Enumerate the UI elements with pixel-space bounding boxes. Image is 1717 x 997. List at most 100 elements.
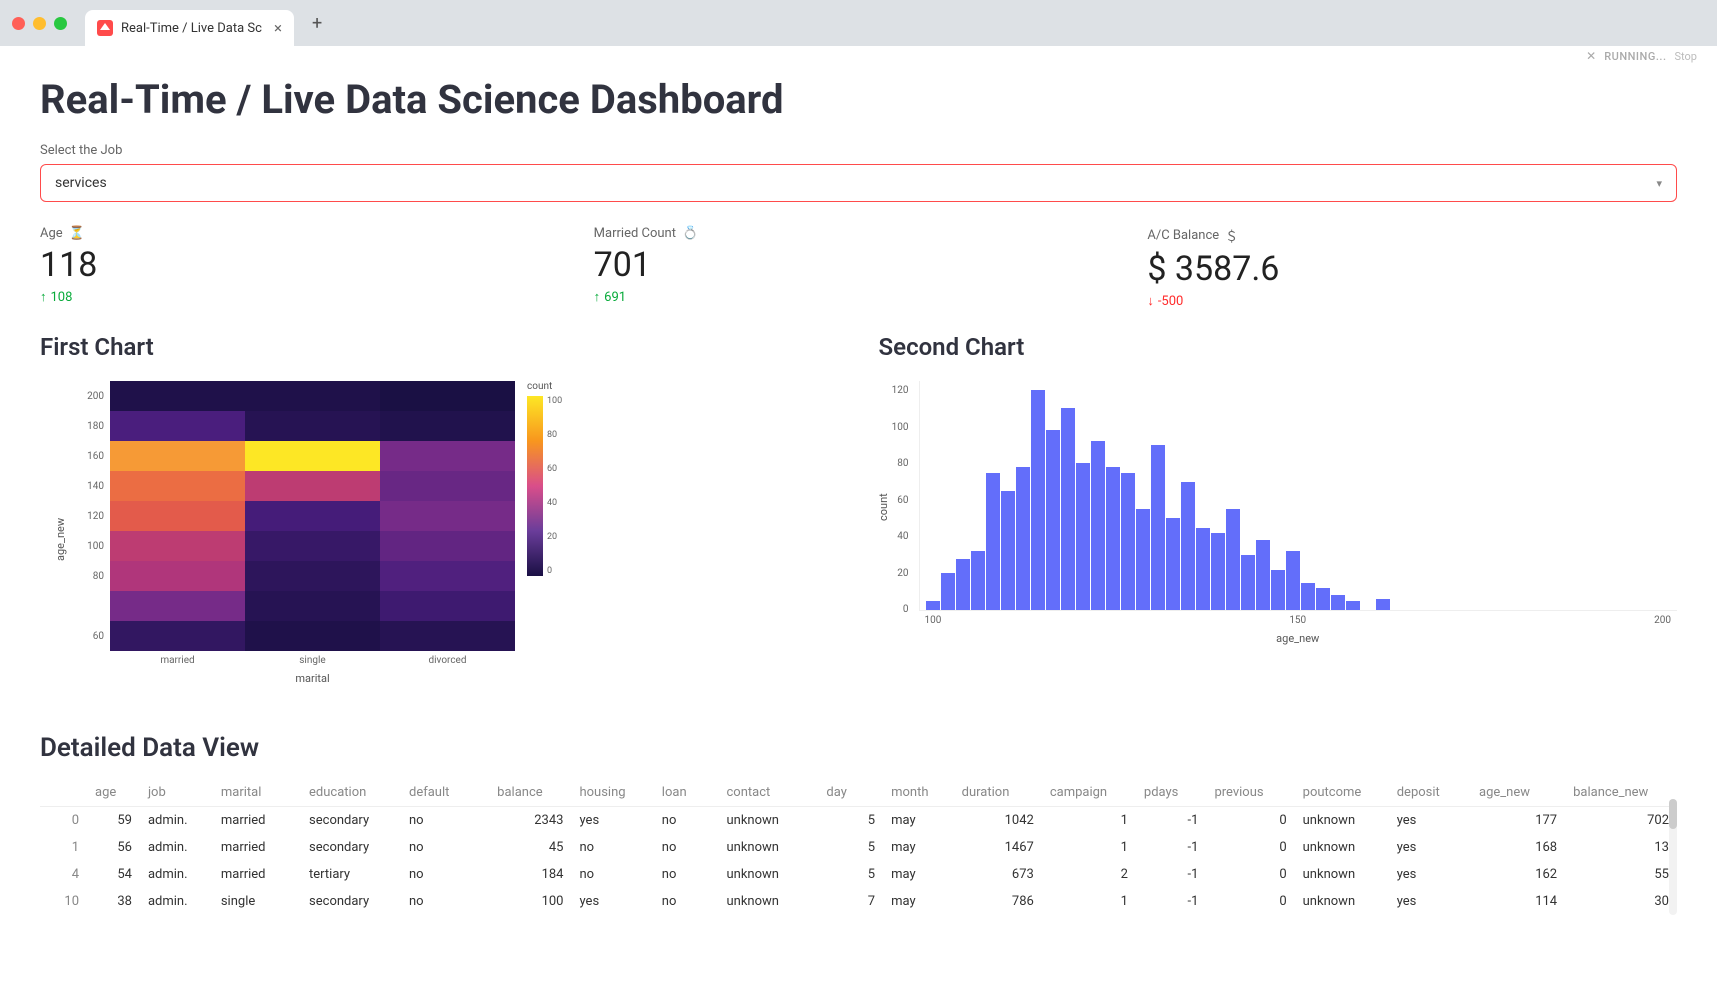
table-column-header[interactable]: default [401,779,489,807]
table-cell: 0 [1206,888,1294,915]
table-cell: 45 [489,834,571,861]
table-column-header[interactable]: duration [954,779,1042,807]
table-cell: 54 [87,861,140,888]
table-column-header[interactable]: education [301,779,401,807]
heatmap-cell [380,411,515,441]
metric-age-label: Age [40,226,63,241]
table-cell: 1 [1042,834,1136,861]
tab-close-icon[interactable]: × [274,19,282,37]
stop-button[interactable]: Stop [1675,50,1697,63]
table-row[interactable]: 1038admin.singlesecondaryno100yesnounkno… [40,888,1677,915]
metric-balance-value: $ 3587.6 [1147,249,1677,289]
table-cell: 168 [1471,834,1565,861]
table-row[interactable]: 059admin.marriedsecondaryno2343yesnounkn… [40,807,1677,835]
heatmap-cell [380,591,515,621]
table-cell: 0 [40,807,87,835]
table-row[interactable]: 156admin.marriedsecondaryno45nonounknown… [40,834,1677,861]
window-maximize-icon[interactable] [54,17,67,30]
table-column-header[interactable]: poutcome [1295,779,1389,807]
table-row[interactable]: 454admin.marriedtertiaryno184nonounknown… [40,861,1677,888]
colorbar-tick: 0 [547,566,562,576]
job-filter-select[interactable]: services ▾ [40,164,1677,202]
table-column-header[interactable]: contact [718,779,818,807]
histogram-bar [1196,528,1210,611]
table-cell: yes [571,807,653,835]
histogram-bar [1136,509,1150,610]
table-cell: yes [1389,861,1471,888]
table-column-header[interactable]: day [818,779,883,807]
table-cell: married [213,834,301,861]
table-cell: unknown [718,888,818,915]
table-column-header[interactable]: deposit [1389,779,1471,807]
table-column-header[interactable]: balance_new [1565,779,1677,807]
first-chart-title: First Chart [40,333,839,361]
table-cell: unknown [718,861,818,888]
second-chart-histogram[interactable]: count 120100806040200 100150200 age_new [879,381,1678,645]
heatmap-cell [110,381,245,411]
heatmap-cell [110,411,245,441]
browser-tab[interactable]: Real-Time / Live Data Sc × [85,10,294,46]
histogram-bar [941,573,955,610]
dollar-icon: ＄ [1225,226,1238,245]
table-column-header[interactable]: loan [654,779,719,807]
metric-balance-delta: -500 [1158,294,1184,309]
table-column-header[interactable]: campaign [1042,779,1136,807]
colorbar-tick: 60 [547,464,562,474]
table-cell: 184 [489,861,571,888]
table-column-header[interactable]: marital [213,779,301,807]
heatmap-cell [380,381,515,411]
table-cell: no [571,834,653,861]
table-cell: 30 [1565,888,1677,915]
table-column-header[interactable]: month [883,779,954,807]
table-cell: 4 [40,861,87,888]
new-tab-button[interactable]: + [312,13,322,34]
heatmap-y-axis-title: age_new [54,518,67,561]
heatmap-y-tick: 80 [70,561,110,591]
table-cell: -1 [1136,834,1207,861]
table-cell: -1 [1136,807,1207,835]
colorbar-tick: 20 [547,532,562,542]
window-minimize-icon[interactable] [33,17,46,30]
heatmap-x-tick: single [245,655,380,666]
hist-x-tick: 200 [1654,615,1671,626]
table-cell: may [883,888,954,915]
metric-married-label: Married Count [594,226,676,241]
histogram-bar [1001,491,1015,610]
table-column-header[interactable]: job [140,779,213,807]
table-cell: yes [1389,807,1471,835]
window-close-icon[interactable] [12,17,25,30]
table-column-header[interactable] [40,779,87,807]
data-table-container[interactable]: agejobmaritaleducationdefaultbalancehous… [40,779,1677,915]
running-stop-icon[interactable]: ✕ [1586,49,1596,63]
browser-chrome: Real-Time / Live Data Sc × + [0,0,1717,46]
heatmap-cell [110,591,245,621]
table-column-header[interactable]: housing [571,779,653,807]
table-cell: 59 [87,807,140,835]
table-cell: unknown [1295,888,1389,915]
table-cell: admin. [140,861,213,888]
metric-balance: A/C Balance ＄ $ 3587.6 ↓-500 [1147,226,1677,309]
table-column-header[interactable]: previous [1206,779,1294,807]
first-chart-heatmap[interactable]: age_new 2001801601401201008060 marriedsi… [40,381,839,685]
table-cell: no [401,861,489,888]
table-column-header[interactable]: pdays [1136,779,1207,807]
table-column-header[interactable]: balance [489,779,571,807]
hist-y-tick: 40 [897,531,908,542]
table-cell: married [213,807,301,835]
table-cell: admin. [140,834,213,861]
heatmap-x-tick: married [110,655,245,666]
table-column-header[interactable]: age_new [1471,779,1565,807]
table-column-header[interactable]: age [87,779,140,807]
histogram-bar [1031,390,1045,610]
heatmap-y-tick: 180 [70,411,110,441]
heatmap-y-tick: 140 [70,471,110,501]
scrollbar-thumb[interactable] [1669,799,1677,829]
arrow-up-icon: ↑ [594,289,601,305]
table-cell: secondary [301,834,401,861]
metric-married-value: 701 [594,245,1124,285]
histogram-bar [1166,518,1180,610]
table-cell: secondary [301,888,401,915]
histogram-bar [1061,408,1075,610]
hist-x-axis-title: age_new [919,632,1678,645]
heatmap-cell [245,441,380,471]
